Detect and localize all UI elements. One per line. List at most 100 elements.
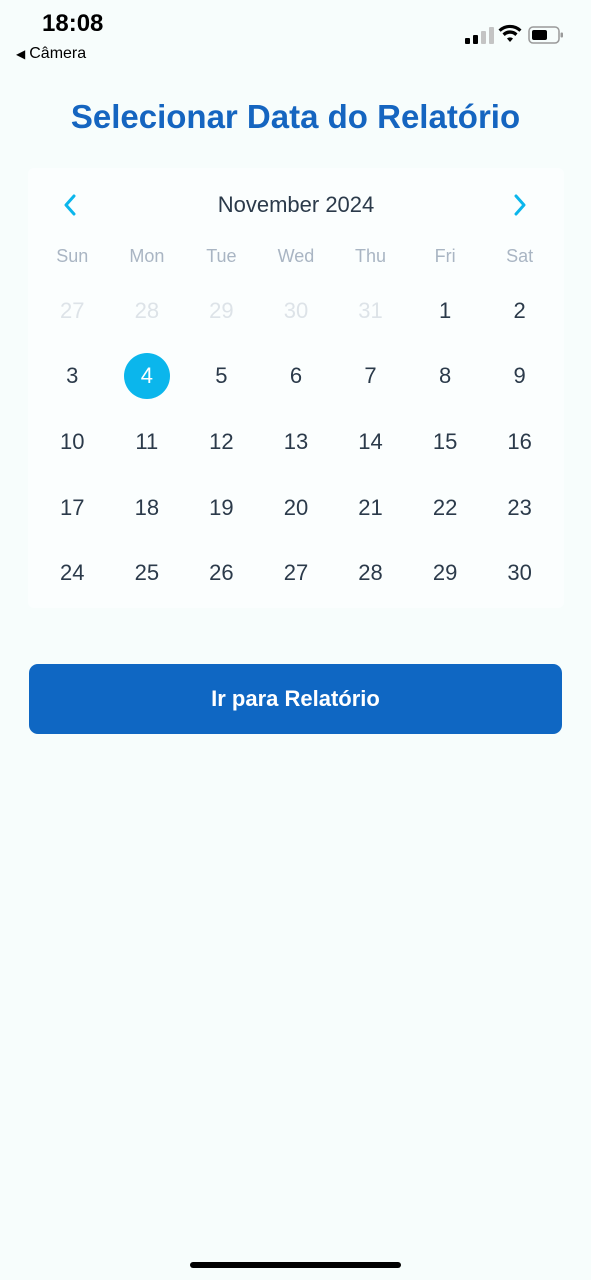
battery-icon [528,26,563,44]
calendar-day[interactable]: 14 [333,409,408,475]
day-number: 29 [209,297,234,323]
calendar: November 2024 Sun Mon Tue Wed Thu Fri Sat 27 28… [28,168,564,608]
calendar-day[interactable]: 30 [259,278,334,344]
day-number: 1 [438,297,452,323]
calendar-week-row: 10 11 12 13 14 15 16 [35,409,557,475]
calendar-day[interactable]: 10 [35,409,110,475]
weekday-header-row: Sun Mon Tue Wed Thu Fri Sat [35,246,557,267]
day-number: 2 [513,297,526,323]
calendar-day[interactable]: 17 [35,475,110,541]
calendar-day-selected[interactable]: 4 [110,344,185,410]
calendar-day[interactable]: 3 [35,344,110,410]
day-number: 19 [209,494,234,520]
day-number: 4 [123,353,170,400]
calendar-day[interactable]: 1 [408,278,483,344]
weekday-label: Mon [129,246,165,266]
wifi-icon [498,24,522,42]
day-number: 27 [283,560,309,586]
calendar-day[interactable]: 25 [110,540,185,606]
calendar-day[interactable]: 15 [408,409,483,475]
calendar-header: November 2024 [28,188,564,222]
day-number: 11 [135,428,159,454]
weekday-label: Tue [206,246,237,266]
calendar-day[interactable]: 18 [110,475,185,541]
day-number: 29 [432,560,458,586]
day-number: 27 [60,297,85,323]
day-number: 25 [134,560,160,586]
back-link-label: Câmera [29,45,87,62]
day-number: 26 [209,560,234,586]
weekday-label: Sun [56,246,89,266]
calendar-day[interactable]: 7 [333,344,408,410]
home-indicator [190,1262,401,1268]
calendar-day[interactable]: 27 [259,540,334,606]
calendar-day[interactable]: 28 [110,278,185,344]
calendar-day[interactable]: 29 [408,540,483,606]
calendar-week-row: 17 18 19 20 21 22 23 [35,475,557,541]
day-number: 28 [134,297,160,323]
next-month-button[interactable] [500,188,540,222]
calendar-day[interactable]: 11 [110,409,185,475]
day-number: 16 [507,428,532,454]
month-label: November 2024 [217,192,375,217]
day-number: 13 [283,428,309,454]
calendar-day[interactable]: 13 [259,409,334,475]
day-number: 6 [289,363,303,389]
day-number: 15 [432,428,458,454]
day-number: 9 [513,363,526,389]
weekday-label: Wed [277,246,315,266]
back-arrow-icon: ◀ [16,47,26,61]
day-number: 30 [507,560,532,586]
weekday-label: Sat [506,246,534,266]
calendar-day[interactable]: 24 [35,540,110,606]
page-title: Selecionar Data do Relatório [70,98,521,135]
go-to-report-button[interactable]: Ir para Relatório [29,664,562,734]
day-number: 8 [438,363,452,389]
day-number: 7 [364,363,377,389]
day-number: 5 [215,363,228,389]
status-bar: 18:08 ◀ Câmera [0,0,591,70]
status-time: 18:08 [42,10,104,37]
calendar-day[interactable]: 21 [333,475,408,541]
day-number: 28 [358,560,383,586]
day-number: 23 [507,494,532,520]
cellular-signal-icon [465,26,494,44]
weekday-label: Thu [355,246,387,266]
day-number: 22 [432,494,458,520]
day-number: 17 [60,494,85,520]
calendar-day[interactable]: 27 [35,278,110,344]
day-number: 18 [134,494,160,520]
calendar-day[interactable]: 16 [482,409,557,475]
chevron-right-icon [514,194,526,216]
calendar-day[interactable]: 30 [482,540,557,606]
day-number: 3 [66,363,79,389]
day-number: 20 [283,494,309,520]
calendar-day[interactable]: 20 [259,475,334,541]
calendar-day[interactable]: 26 [184,540,259,606]
calendar-week-row: 3 4 5 6 7 8 9 [35,344,557,410]
calendar-day[interactable]: 8 [408,344,483,410]
weekday-label: Fri [434,246,456,266]
back-to-camera-link[interactable]: ◀ Câmera [16,45,86,63]
calendar-week-row: 24 25 26 27 28 29 30 [35,540,557,606]
calendar-day[interactable]: 12 [184,409,259,475]
calendar-day-grid: 27 28 29 30 31 1 2 3 4 5 6 7 8 9 10 11 12 13 14 15 16 17 18 19 2… [35,278,557,606]
day-number: 24 [60,560,85,586]
calendar-day[interactable]: 22 [408,475,483,541]
calendar-day[interactable]: 23 [482,475,557,541]
calendar-day[interactable]: 9 [482,344,557,410]
calendar-day[interactable]: 29 [184,278,259,344]
calendar-day[interactable]: 6 [259,344,334,410]
day-number: 10 [60,428,85,454]
calendar-day[interactable]: 19 [184,475,259,541]
calendar-day[interactable]: 28 [333,540,408,606]
calendar-day[interactable]: 2 [482,278,557,344]
calendar-day[interactable]: 31 [333,278,408,344]
calendar-week-row: 27 28 29 30 31 1 2 [35,278,557,344]
calendar-day[interactable]: 5 [184,344,259,410]
day-number: 30 [283,297,309,323]
day-number: 21 [358,494,383,520]
day-number: 14 [358,428,383,454]
day-number: 12 [209,428,234,454]
day-number: 31 [358,297,383,323]
